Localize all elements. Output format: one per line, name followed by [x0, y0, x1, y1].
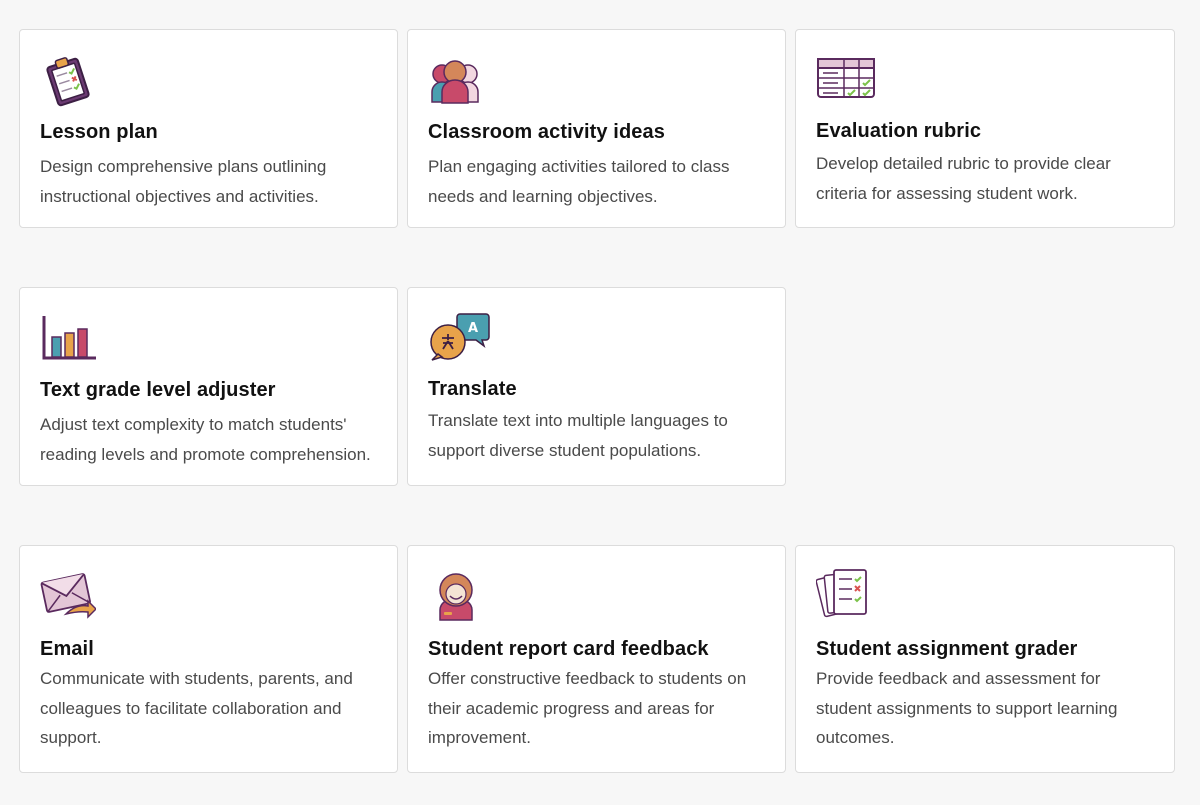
- card-evaluation-rubric[interactable]: Evaluation rubric Develop detailed rubri…: [795, 29, 1175, 228]
- card-classroom-activity-ideas[interactable]: Classroom activity ideas Plan engaging a…: [407, 29, 786, 228]
- card-title: Student assignment grader: [816, 638, 1078, 660]
- clipboard-icon: [40, 52, 104, 108]
- card-title: Translate: [428, 378, 517, 400]
- card-title: Student report card feedback: [428, 638, 709, 660]
- student-icon: [428, 566, 492, 622]
- translate-bubbles-icon: A: [428, 310, 492, 366]
- tool-grid: Lesson plan Design comprehensive plans o…: [0, 0, 1200, 805]
- card-description: Provide feedback and assessment for stud…: [816, 669, 1118, 747]
- card-email[interactable]: Email Communicate with students, parents…: [19, 545, 398, 773]
- card-student-report-card-feedback[interactable]: Student report card feedback Offer const…: [407, 545, 786, 773]
- card-title: Classroom activity ideas: [428, 121, 665, 143]
- card-description: Design comprehensive plans outlining ins…: [40, 157, 327, 206]
- card-text-grade-level-adjuster[interactable]: Text grade level adjuster Adjust text co…: [19, 287, 398, 486]
- card-title: Email: [40, 638, 94, 660]
- rubric-table-icon: [816, 51, 880, 107]
- card-title: Text grade level adjuster: [40, 379, 276, 401]
- card-title: Evaluation rubric: [816, 120, 982, 142]
- bar-chart-icon: [40, 310, 104, 366]
- group-icon: [428, 52, 492, 108]
- card-title: Lesson plan: [40, 121, 158, 143]
- svg-text:A: A: [468, 321, 478, 336]
- card-description: Communicate with students, parents, and …: [40, 669, 353, 747]
- card-description: Adjust text complexity to match students…: [40, 415, 371, 464]
- card-translate[interactable]: A Translate Translate text into multiple…: [407, 287, 786, 486]
- card-lesson-plan[interactable]: Lesson plan Design comprehensive plans o…: [19, 29, 398, 228]
- graded-papers-icon: [816, 566, 880, 622]
- envelope-icon: [40, 566, 104, 622]
- card-description: Translate text into multiple languages t…: [428, 411, 728, 460]
- card-student-assignment-grader[interactable]: Student assignment grader Provide feedba…: [795, 545, 1175, 773]
- card-description: Offer constructive feedback to students …: [428, 669, 747, 747]
- card-description: Develop detailed rubric to provide clear…: [816, 154, 1111, 203]
- card-description: Plan engaging activities tailored to cla…: [428, 157, 730, 206]
